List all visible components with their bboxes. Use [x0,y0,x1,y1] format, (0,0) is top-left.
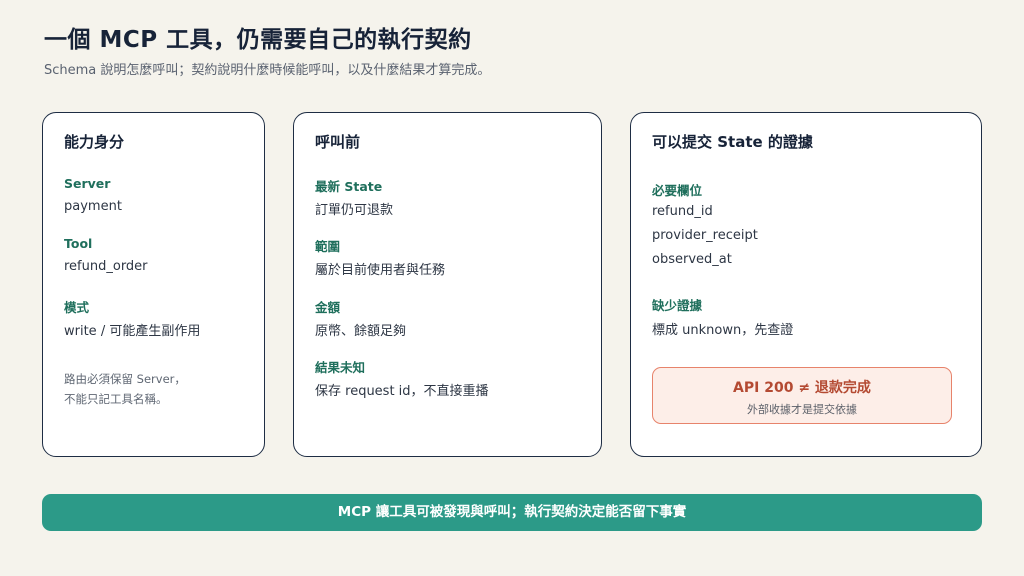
page-title: 一個 MCP 工具，仍需要自己的執行契約 [44,27,472,53]
warning-title: API 200 ≠ 退款完成 [733,380,871,396]
latest-state-label: 最新 State [315,179,383,194]
card-title: 能力身分 [64,133,125,151]
card-title: 可以提交 State 的證據 [652,133,813,151]
amount-label: 金額 [315,300,341,315]
mode-value: write / 可能產生副作用 [64,324,201,339]
evidence-card: 可以提交 State 的證據 必要欄位 refund_id provider_r… [630,112,982,457]
required-field-item: provider_receipt [652,228,758,243]
required-field-item: refund_id [652,204,713,219]
warning-callout: API 200 ≠ 退款完成 外部收據才是提交依據 [652,367,952,424]
card-title: 呼叫前 [315,133,361,151]
page-subtitle: Schema 說明怎麼呼叫；契約說明什麼時候能呼叫，以及什麼結果才算完成。 [44,63,491,78]
scope-value: 屬於目前使用者與任務 [315,263,446,278]
amount-value: 原幣、餘額足夠 [315,324,407,339]
routing-note-line-2: 不能只記工具名稱。 [64,392,168,406]
precall-card: 呼叫前 最新 State 訂單仍可退款 範圍 屬於目前使用者與任務 金額 原幣、… [293,112,602,457]
required-field-item: observed_at [652,252,732,267]
scope-label: 範圍 [315,239,341,254]
server-label: Server [64,176,111,191]
warning-subtitle: 外部收據才是提交依據 [747,403,857,416]
missing-evidence-value: 標成 unknown，先查證 [652,323,794,338]
routing-note-line-1: 路由必須保留 Server， [64,372,186,386]
summary-banner: MCP 讓工具可被發現與呼叫；執行契約決定能否留下事實 [42,494,982,531]
tool-label: Tool [64,236,93,251]
tool-value: refund_order [64,259,148,274]
missing-evidence-label: 缺少證據 [652,298,703,313]
unknown-result-value: 保存 request id，不直接重播 [315,384,489,399]
required-fields-label: 必要欄位 [652,183,703,198]
latest-state-value: 訂單仍可退款 [315,203,394,218]
identity-card: 能力身分 Server payment Tool refund_order 模式… [42,112,265,457]
server-value: payment [64,199,122,214]
unknown-result-label: 結果未知 [315,360,366,375]
mode-label: 模式 [64,300,90,315]
